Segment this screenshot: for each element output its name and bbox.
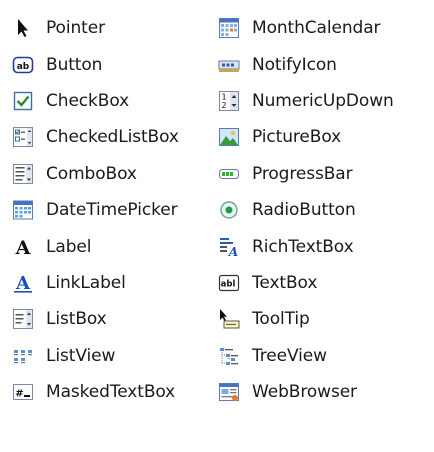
toolbox-item-radio-button[interactable]: RadioButton [218,192,428,228]
svg-text:#: # [15,389,23,400]
rich-text-box-icon: A [218,236,240,258]
toolbox-item-pointer[interactable]: Pointer [12,10,217,46]
toolbox-item-label: DateTimePicker [46,200,178,221]
checkbox-icon [12,90,34,112]
toolbox-item-checkbox[interactable]: CheckBox [12,83,217,119]
toolbox-item-label: NotifyIcon [252,54,337,75]
toolbox-item-picture-box[interactable]: PictureBox [218,119,428,155]
toolbox-item-label-control[interactable]: A Label [12,228,217,264]
toolbox-item-checked-list-box[interactable]: CheckedListBox [12,119,217,155]
toolbox-item-label: MaskedTextBox [46,382,176,403]
tree-view-icon [218,345,240,367]
pointer-icon [12,17,34,39]
toolbox-item-label: ListBox [46,309,107,330]
checked-list-box-icon [12,126,34,148]
svg-text:A: A [15,237,31,258]
numeric-up-down-icon: 12 [218,90,240,112]
toolbox-item-label: WebBrowser [252,382,357,403]
list-box-icon [12,308,34,330]
toolbox-item-web-browser[interactable]: WebBrowser [218,374,428,410]
toolbox-item-rich-text-box[interactable]: A RichTextBox [218,228,428,264]
svg-text:2: 2 [221,101,226,110]
toolbox-item-label: ToolTip [252,309,310,330]
toolbox-item-label: ListView [46,345,116,366]
masked-text-box-icon: # [12,381,34,403]
toolbox-item-progress-bar[interactable]: ProgressBar [218,156,428,192]
toolbox-item-list-box[interactable]: ListBox [12,301,217,337]
toolbox-item-label: CheckBox [46,90,130,111]
toolbox-item-button[interactable]: ab Button [12,46,217,82]
toolbox-item-label: NumericUpDown [252,90,394,111]
button-icon: ab [12,54,34,76]
toolbox-item-label: LinkLabel [46,272,126,293]
toolbox-item-label: ComboBox [46,163,137,184]
label-icon: A [12,236,34,258]
combo-box-icon [12,163,34,185]
toolbox-item-month-calendar[interactable]: MonthCalendar [218,10,428,46]
toolbox-item-text-box[interactable]: abl TextBox [218,265,428,301]
toolbox-item-label: TextBox [252,272,318,293]
toolbox-item-combo-box[interactable]: ComboBox [12,156,217,192]
web-browser-icon [218,381,240,403]
toolbox-item-link-label[interactable]: A LinkLabel [12,265,217,301]
svg-text:A: A [15,273,31,294]
toolbox-item-label: Button [46,54,103,75]
toolbox-item-tree-view[interactable]: TreeView [218,338,428,374]
toolbox-item-label: Pointer [46,18,105,39]
toolbox-item-label: Label [46,236,92,257]
link-label-icon: A [12,272,34,294]
toolbox-item-label: MonthCalendar [252,18,381,39]
toolbox-item-label: CheckedListBox [46,127,179,148]
text-box-icon: abl [218,272,240,294]
toolbox-panel: Pointer ab Button CheckBox CheckedListBo… [0,0,434,452]
toolbox-item-date-time-picker[interactable]: DateTimePicker [12,192,217,228]
toolbox-item-list-view[interactable]: ListView [12,338,217,374]
progress-bar-icon [218,163,240,185]
toolbox-item-label: ProgressBar [252,163,353,184]
toolbox-item-notify-icon[interactable]: NotifyIcon [218,46,428,82]
toolbox-item-label: RichTextBox [252,236,354,257]
month-calendar-icon [218,17,240,39]
toolbox-right-column: MonthCalendar NotifyIcon 12 NumericUpDow… [218,10,428,410]
notify-icon-icon [218,54,240,76]
toolbox-item-label: RadioButton [252,200,356,221]
svg-text:abl: abl [221,279,236,289]
tool-tip-icon [218,308,240,330]
radio-button-icon [218,199,240,221]
toolbox-item-label: PictureBox [252,127,342,148]
toolbox-left-column: Pointer ab Button CheckBox CheckedListBo… [12,10,217,410]
toolbox-item-numeric-up-down[interactable]: 12 NumericUpDown [218,83,428,119]
toolbox-item-tool-tip[interactable]: ToolTip [218,301,428,337]
toolbox-item-label: TreeView [252,345,327,366]
date-time-picker-icon [12,199,34,221]
toolbox-item-masked-text-box[interactable]: # MaskedTextBox [12,374,217,410]
svg-text:A: A [228,245,238,258]
svg-text:ab: ab [17,62,30,72]
list-view-icon [12,345,34,367]
picture-box-icon [218,126,240,148]
